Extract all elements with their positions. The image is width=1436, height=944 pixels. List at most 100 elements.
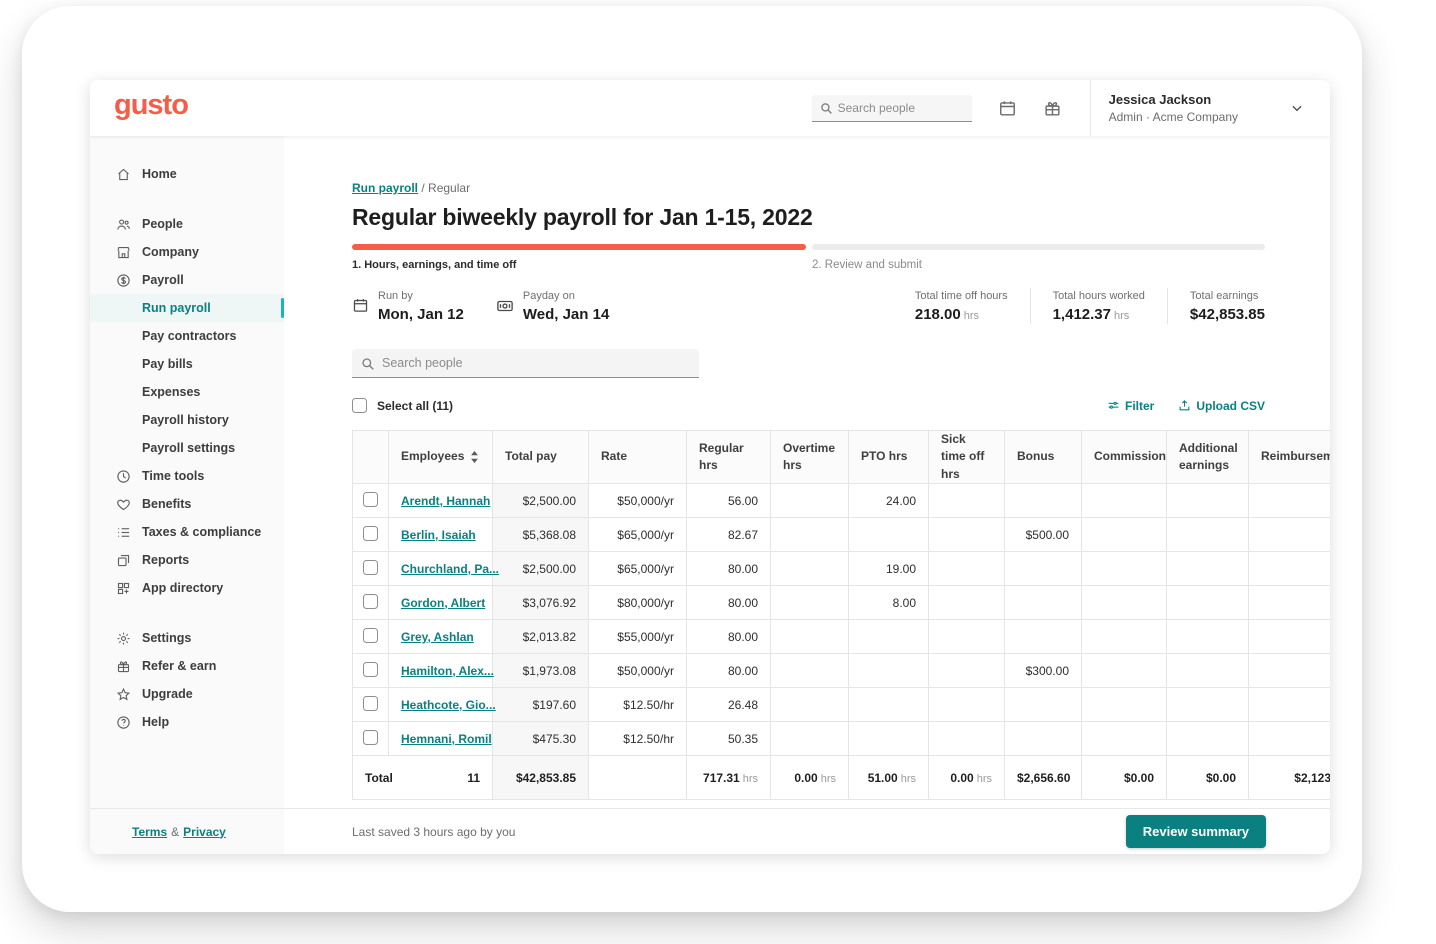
column-employees[interactable]: Employees xyxy=(389,431,493,484)
table-row: Berlin, Isaiah $5,368.08 $65,000/yr 82.6… xyxy=(353,518,1331,552)
total-hours-worked: Total hours worked 1,412.37hrs xyxy=(1030,288,1167,324)
row-checkbox[interactable] xyxy=(363,492,378,507)
step-progress-bar xyxy=(352,244,1265,250)
home-icon xyxy=(115,166,131,182)
calendar-icon[interactable] xyxy=(998,99,1017,118)
column-rate: Rate xyxy=(589,431,687,484)
topbar-search-input[interactable] xyxy=(812,95,972,122)
progress-segment-done xyxy=(352,244,806,250)
privacy-link[interactable]: Privacy xyxy=(183,825,226,839)
sidebar-item-payroll-settings[interactable]: Payroll settings xyxy=(90,434,284,462)
row-checkbox[interactable] xyxy=(363,628,378,643)
column-sick-hrs: Sick time off hrs xyxy=(929,431,1005,484)
total-time-off: Total time off hours 218.00hrs xyxy=(915,288,1030,324)
heart-icon xyxy=(115,496,131,512)
sidebar-item-people[interactable]: People xyxy=(90,210,284,238)
table-row: Churchland, Pa... $2,500.00 $65,000/yr 8… xyxy=(353,552,1331,586)
select-all-checkbox[interactable] xyxy=(352,398,367,413)
row-checkbox[interactable] xyxy=(363,730,378,745)
table-search-input[interactable] xyxy=(352,349,699,378)
table-row: Hemnani, Romil $475.30 $12.50/hr 50.35 xyxy=(353,722,1331,756)
select-all-label: Select all (11) xyxy=(377,399,453,413)
employee-link[interactable]: Churchland, Pa... xyxy=(401,562,499,576)
breadcrumb-current: Regular xyxy=(428,181,470,195)
list-icon xyxy=(115,524,131,540)
sidebar-item-upgrade[interactable]: Upgrade xyxy=(90,680,284,708)
sidebar-item-reports[interactable]: Reports xyxy=(90,546,284,574)
table-total-row: Total 11 $42,853.85 717.31hrs 0.00hrs 51… xyxy=(353,756,1331,800)
sidebar: Home People Company Payroll Run payroll xyxy=(90,136,284,854)
employee-link[interactable]: Heathcote, Gio... xyxy=(401,698,496,712)
row-checkbox[interactable] xyxy=(363,560,378,575)
column-reimbursement: Reimbursement xyxy=(1249,431,1331,484)
sidebar-item-expenses[interactable]: Expenses xyxy=(90,378,284,406)
topbar-search xyxy=(812,95,972,122)
table-row: Gordon, Albert $3,076.92 $80,000/yr 80.0… xyxy=(353,586,1331,620)
employee-link[interactable]: Arendt, Hannah xyxy=(401,494,490,508)
clock-icon xyxy=(115,468,131,484)
review-summary-button[interactable]: Review summary xyxy=(1126,815,1266,848)
header-checkbox-cell xyxy=(353,431,389,484)
gift-icon[interactable] xyxy=(1043,99,1062,118)
grid-plus-icon xyxy=(115,580,131,596)
report-icon xyxy=(115,552,131,568)
sidebar-item-help[interactable]: Help xyxy=(90,708,284,736)
sidebar-item-payroll-history[interactable]: Payroll history xyxy=(90,406,284,434)
question-icon xyxy=(115,714,131,730)
total-earnings: Total earnings $42,853.85 xyxy=(1167,288,1265,324)
sidebar-item-run-payroll[interactable]: Run payroll xyxy=(90,294,284,322)
column-overtime-hrs: Overtime hrs xyxy=(771,431,849,484)
employee-link[interactable]: Berlin, Isaiah xyxy=(401,528,476,542)
sidebar-item-settings[interactable]: Settings xyxy=(90,624,284,652)
sidebar-item-refer-earn[interactable]: Refer & earn xyxy=(90,652,284,680)
sidebar-item-payroll[interactable]: Payroll xyxy=(90,266,284,294)
breadcrumb-run-payroll-link[interactable]: Run payroll xyxy=(352,181,418,195)
employee-link[interactable]: Hemnani, Romil xyxy=(401,732,492,746)
employee-link[interactable]: Gordon, Albert xyxy=(401,596,485,610)
employee-link[interactable]: Grey, Ashlan xyxy=(401,630,474,644)
payday-on: Payday on Wed, Jan 14 xyxy=(496,288,609,324)
device-frame: gusto Jessica Jackson Admin · Acme Compa… xyxy=(22,6,1362,912)
sidebar-item-pay-bills[interactable]: Pay bills xyxy=(90,350,284,378)
sidebar-item-home[interactable]: Home xyxy=(90,160,284,188)
table-row: Heathcote, Gio... $197.60 $12.50/hr 26.4… xyxy=(353,688,1331,722)
table-row: Arendt, Hannah $2,500.00 $50,000/yr 56.0… xyxy=(353,484,1331,518)
sidebar-item-pay-contractors[interactable]: Pay contractors xyxy=(90,322,284,350)
total-count: 11 xyxy=(467,771,480,785)
table-row: Hamilton, Alex... $1,973.08 $50,000/yr 8… xyxy=(353,654,1331,688)
star-icon xyxy=(115,686,131,702)
building-icon xyxy=(115,244,131,260)
row-checkbox[interactable] xyxy=(363,662,378,677)
chevron-down-icon xyxy=(1290,101,1304,115)
upload-csv-button[interactable]: Upload CSV xyxy=(1178,399,1265,413)
sidebar-item-taxes-compliance[interactable]: Taxes & compliance xyxy=(90,518,284,546)
filter-button[interactable]: Filter xyxy=(1107,399,1154,413)
sort-icon xyxy=(470,451,479,463)
sidebar-item-time-tools[interactable]: Time tools xyxy=(90,462,284,490)
search-icon xyxy=(820,102,833,115)
gift-icon xyxy=(115,658,131,674)
user-role: Admin · Acme Company xyxy=(1109,109,1238,125)
sidebar-item-company[interactable]: Company xyxy=(90,238,284,266)
sidebar-item-app-directory[interactable]: App directory xyxy=(90,574,284,602)
employee-link[interactable]: Hamilton, Alex... xyxy=(401,664,494,678)
terms-link[interactable]: Terms xyxy=(132,825,167,839)
column-regular-hrs: Regular hrs xyxy=(687,431,771,484)
step-2-label: 2. Review and submit xyxy=(812,259,922,271)
row-checkbox[interactable] xyxy=(363,594,378,609)
column-additional-earnings: Additional earnings xyxy=(1167,431,1249,484)
main-content: Run payroll / Regular Regular biweekly p… xyxy=(284,136,1330,808)
action-footer: Last saved 3 hours ago by you Review sum… xyxy=(284,808,1330,854)
row-checkbox[interactable] xyxy=(363,696,378,711)
column-total-pay: Total pay xyxy=(493,431,589,484)
payroll-table: Employees Total pay Rate Regular hrs Ove… xyxy=(352,430,1330,800)
row-checkbox[interactable] xyxy=(363,526,378,541)
column-commission: Commission xyxy=(1082,431,1167,484)
total-label: Total xyxy=(365,771,393,785)
cash-icon xyxy=(496,297,514,315)
gear-icon xyxy=(115,630,131,646)
upload-icon xyxy=(1178,399,1191,412)
sidebar-item-benefits[interactable]: Benefits xyxy=(90,490,284,518)
user-menu[interactable]: Jessica Jackson Admin · Acme Company xyxy=(1091,91,1330,125)
dollar-circle-icon xyxy=(115,272,131,288)
